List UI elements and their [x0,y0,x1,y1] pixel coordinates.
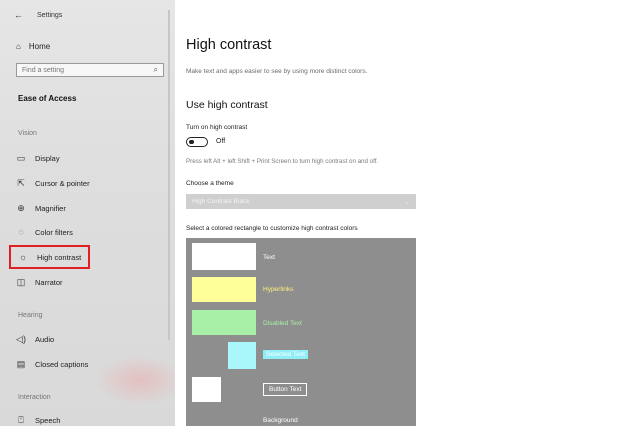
high-contrast-toggle[interactable] [186,137,208,147]
page-description: Make text and apps easier to see by usin… [186,68,368,75]
toggle-label: Turn on high contrast [186,124,248,131]
text-label: Text [263,254,275,261]
titlebar: ← Settings [14,10,62,20]
sidebar-item-label: Color filters [35,227,73,237]
sidebar-item-label: High contrast [37,252,82,262]
sidebar-item-speech[interactable]: ⍞ Speech [16,413,60,427]
sidebar-item-label: Magnifier [35,203,66,213]
sidebar-item-display[interactable]: ▭ Display [16,151,60,165]
speaker-icon: ◁) [16,333,26,344]
background-blur [95,355,185,405]
disabled-text-color-swatch[interactable] [192,310,256,335]
toggle-state: Off [216,138,226,145]
palette-label: Select a colored rectangle to customize … [186,225,358,232]
toggle-knob [189,139,194,144]
selected-text-label: Selected Text [263,350,308,359]
sidebar: ← Settings ⌂ Home Find a setting ⌕ Ease … [0,0,185,427]
narrator-icon: ◫ [16,276,26,287]
sidebar-item-closed-captions[interactable]: ▤ Closed captions [16,357,89,371]
group-vision: Vision [18,130,37,137]
main-panel: High contrast Make text and apps easier … [175,0,630,426]
sidebar-item-label: Narrator [35,277,63,287]
text-color-swatch[interactable] [192,243,256,270]
theme-label: Choose a theme [186,180,234,187]
sidebar-item-magnifier[interactable]: ⊕ Magnifier [16,201,66,215]
sidebar-item-label: Display [35,153,60,163]
microphone-icon: ⍞ [18,414,24,425]
search-icon[interactable]: ⌕ [154,65,158,75]
sidebar-scrollbar[interactable] [168,10,170,340]
chevron-down-icon: ⌄ [404,198,410,206]
sidebar-item-narrator[interactable]: ◫ Narrator [16,275,63,289]
sidebar-item-label: Closed captions [35,359,89,369]
cursor-icon: ⇱ [17,177,25,188]
button-text-color-swatch[interactable] [192,377,221,402]
selected-text-color-swatch[interactable] [228,342,256,369]
group-interaction: Interaction [18,394,51,401]
brightness-icon: ☼ [18,252,28,262]
home-label: Home [28,42,51,51]
theme-select[interactable]: High Contrast Black ⌄ [186,194,416,209]
sidebar-item-cursor-pointer[interactable]: ⇱ Cursor & pointer [16,176,90,190]
disabled-text-label: Disabled Text [263,320,302,327]
button-text-label: Button Text [263,383,308,396]
sidebar-item-audio[interactable]: ◁) Audio [16,332,54,346]
sidebar-item-home[interactable]: ⌂ Home [16,42,50,51]
color-palette: Text Hyperlinks Disabled Text Selected T… [186,238,416,426]
sidebar-item-color-filters[interactable]: ◌ Color filters [16,225,73,239]
search-placeholder: Find a setting [22,66,65,74]
theme-value: High Contrast Black [192,198,250,205]
back-arrow-icon[interactable]: ← [14,10,23,20]
hyperlinks-color-swatch[interactable] [192,277,256,302]
captions-icon: ▤ [16,358,26,369]
magnifier-icon: ⊕ [17,202,25,213]
search-input[interactable]: Find a setting ⌕ [16,63,164,77]
display-icon: ▭ [16,152,26,163]
background-label: Background [263,417,298,424]
page-title: High contrast [186,37,272,53]
sidebar-item-high-contrast[interactable]: ☼ High contrast [8,245,91,269]
section-title: Use high contrast [186,99,268,111]
color-filters-icon: ◌ [18,227,24,237]
sidebar-item-label: Speech [35,415,61,425]
sidebar-item-label: Audio [35,334,55,344]
shortcut-hint: Press left Alt + left Shift + Print Scre… [186,158,379,165]
home-icon: ⌂ [16,42,21,51]
section-title: Ease of Access [18,94,77,103]
hyperlinks-label: Hyperlinks [263,286,294,293]
window-title: Settings [37,11,63,19]
sidebar-item-label: Cursor & pointer [35,178,90,188]
group-hearing: Hearing [18,312,43,319]
